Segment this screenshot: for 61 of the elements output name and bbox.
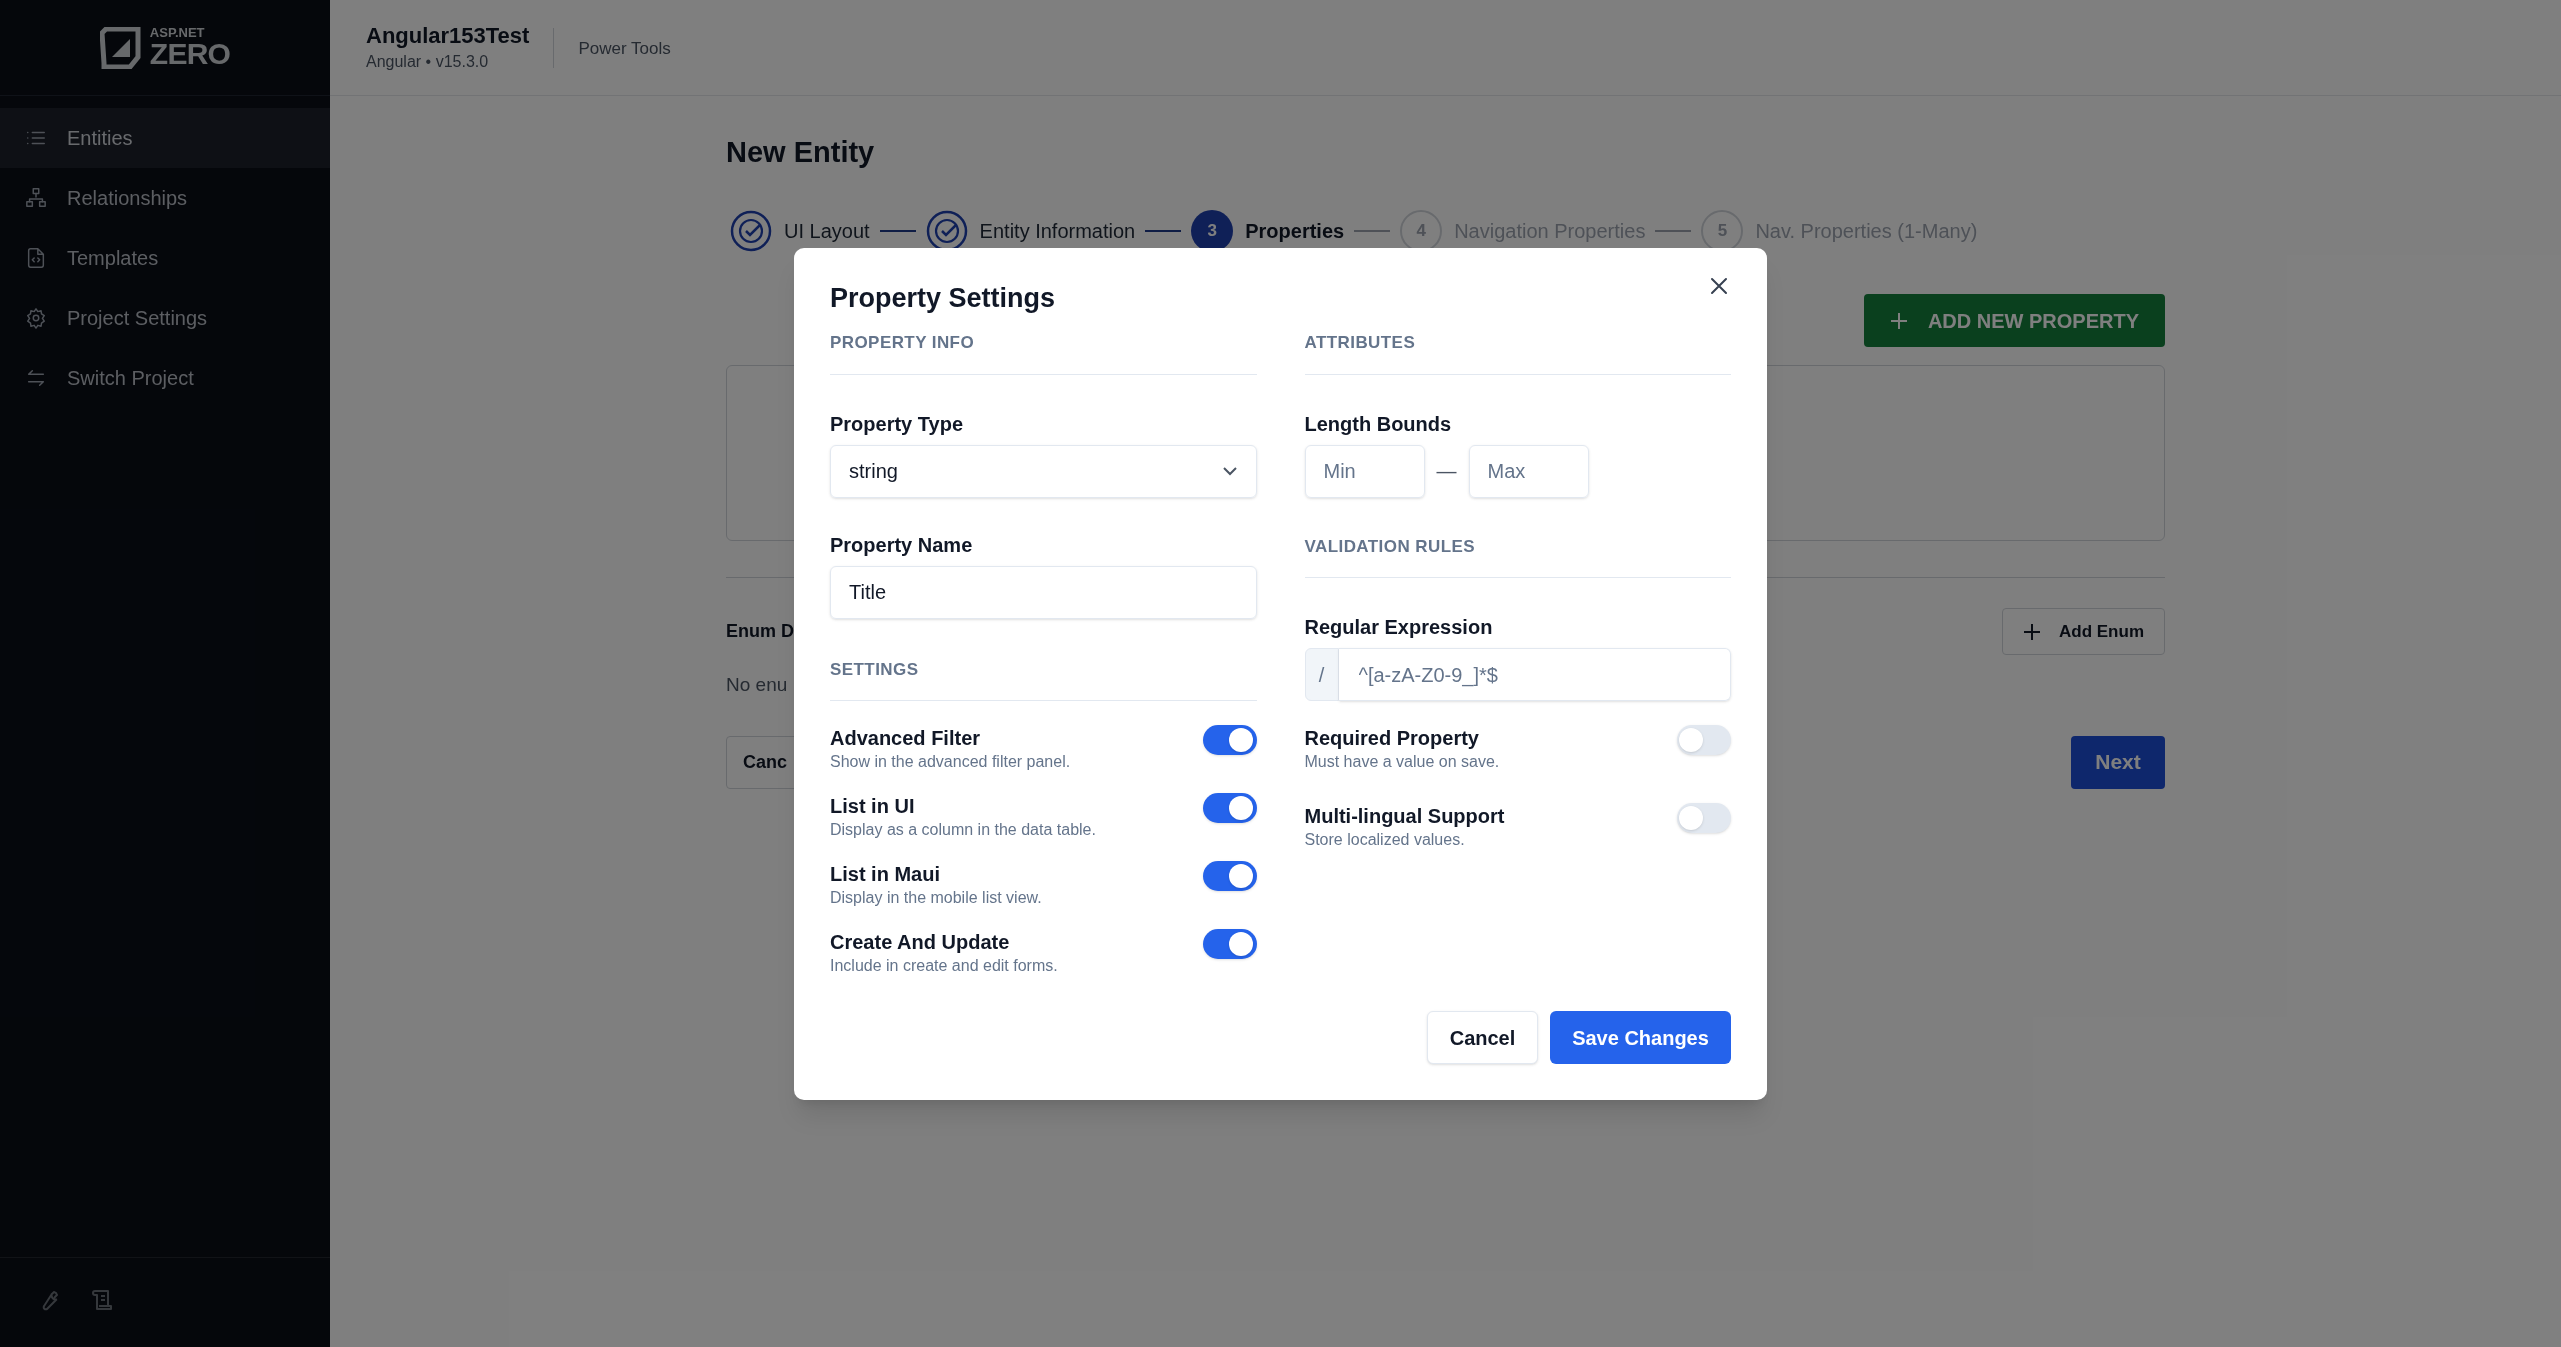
nav-item[interactable]: Switch Project [0, 348, 330, 408]
power-tools-link[interactable]: Power Tools [578, 33, 671, 62]
setting-description: Display in the mobile list view. [830, 888, 1042, 908]
cancel-button[interactable]: Cancel [1427, 1011, 1538, 1064]
max-length-input[interactable]: Max [1468, 444, 1589, 498]
section-heading: ATTRIBUTES [1304, 332, 1417, 354]
setting-description: Store localized values. [1304, 830, 1466, 850]
field-label: Property Name [830, 532, 974, 558]
regex-input[interactable]: ^[a-zA-Z0-9_]*$ [1338, 648, 1731, 701]
code-file-icon [25, 247, 47, 269]
settings-icon [25, 307, 47, 329]
setting-description: Must have a value on save. [1304, 752, 1500, 772]
project-version: Angular • v15.3.0 [366, 51, 490, 72]
step-label: Properties [1245, 219, 1345, 244]
regex-prefix: / [1304, 648, 1339, 701]
field-label: Regular Expression [1304, 615, 1494, 640]
page-title: New Entity [726, 135, 876, 170]
nav-item[interactable]: Project Settings [0, 288, 330, 348]
toggle-switch[interactable] [1202, 793, 1257, 823]
setting-description: Include in create and edit forms. [830, 956, 1058, 976]
section-heading: PROPERTY INFO [830, 332, 976, 354]
nav-item[interactable]: Relationships [0, 168, 330, 228]
step-label: Entity Information [979, 219, 1136, 244]
project-name: Angular153Test [366, 21, 530, 50]
property-type-select[interactable]: string [830, 444, 1257, 498]
range-separator: — [1436, 459, 1457, 484]
setting-label: Create And Update [830, 930, 1011, 955]
logo-wordmark: ZERO [149, 39, 231, 69]
logo-caption: ASP.NET [149, 26, 206, 39]
toggle-switch[interactable] [1202, 929, 1257, 959]
nav-item[interactable]: Templates [0, 228, 330, 288]
setting-label: List in UI [830, 794, 916, 819]
setting-description: Display as a column in the data table. [830, 820, 1096, 840]
nav-item[interactable]: Entities [0, 108, 330, 168]
next-button[interactable]: Next [2071, 735, 2165, 789]
section-heading: SETTINGS [830, 658, 920, 681]
save-changes-button[interactable]: Save Changes [1550, 1011, 1731, 1064]
logo-icon [99, 26, 142, 69]
field-label: Length Bounds [1304, 411, 1453, 437]
toggle-switch[interactable] [1677, 725, 1731, 755]
chevron-down-icon [1221, 466, 1238, 476]
add-enum-button[interactable]: Add Enum [2002, 608, 2165, 655]
section-heading: VALIDATION RULES [1304, 535, 1476, 558]
setting-label: Multi-lingual Support [1304, 804, 1505, 829]
sitemap-icon [25, 187, 47, 209]
setting-label: List in Maui [830, 862, 941, 887]
toggle-switch[interactable] [1677, 803, 1731, 833]
min-length-input[interactable]: Min [1304, 444, 1425, 498]
toggle-switch[interactable] [1202, 861, 1257, 891]
property-name-input[interactable]: Title [830, 565, 1257, 619]
plus-icon [2023, 622, 2041, 641]
swap-icon [25, 367, 47, 389]
plus-icon [1889, 311, 1908, 330]
step-label: UI Layout [784, 219, 870, 244]
toggle-switch[interactable] [1202, 725, 1257, 755]
empty-message: No enu [726, 673, 788, 697]
section-heading: Enum D [726, 620, 794, 643]
dialog-title: Property Settings [830, 282, 1056, 314]
field-label: Property Type [830, 411, 964, 437]
add-property-button[interactable]: ADD NEW PROPERTY [1863, 294, 2165, 347]
setting-label: Required Property [1304, 726, 1480, 751]
